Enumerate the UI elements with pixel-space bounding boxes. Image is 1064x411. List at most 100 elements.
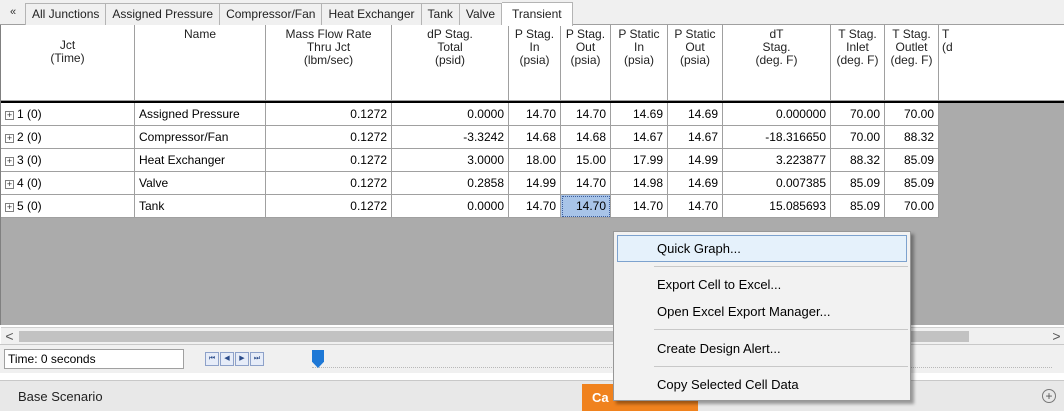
expand-icon[interactable]: + bbox=[5, 134, 14, 143]
expand-icon[interactable]: + bbox=[5, 203, 14, 212]
col-header-dt-stag[interactable]: dT Stag. (deg. F) bbox=[723, 25, 831, 101]
t-stag-outlet-cell[interactable]: 85.09 bbox=[885, 149, 939, 172]
next-frame-icon[interactable]: ▶ bbox=[235, 352, 249, 366]
previous-frame-icon[interactable]: ◀ bbox=[220, 352, 234, 366]
col-header-mass-flow[interactable]: Mass Flow Rate Thru Jct (lbm/sec) bbox=[266, 25, 392, 101]
dt-stag-cell[interactable]: -18.316650 bbox=[723, 126, 831, 149]
p-stag-out-cell[interactable]: 14.70 bbox=[561, 172, 611, 195]
p-stag-in-cell[interactable]: 14.70 bbox=[509, 103, 561, 126]
collapse-icon[interactable]: « bbox=[4, 3, 22, 21]
p-stag-in-cell[interactable]: 14.70 bbox=[509, 195, 561, 218]
tab-valve[interactable]: Valve bbox=[459, 3, 503, 25]
dp-stag-cell[interactable]: 3.0000 bbox=[392, 149, 509, 172]
t-stag-outlet-cell[interactable]: 85.09 bbox=[885, 172, 939, 195]
menu-item-quick-graph[interactable]: Quick Graph... bbox=[617, 235, 907, 262]
expand-icon[interactable]: + bbox=[5, 111, 14, 120]
tab-all-junctions[interactable]: All Junctions bbox=[25, 3, 107, 25]
scroll-right-icon[interactable]: > bbox=[1048, 328, 1064, 345]
mass-flow-cell[interactable]: 0.1272 bbox=[266, 195, 392, 218]
menu-separator bbox=[654, 329, 908, 330]
dt-stag-cell[interactable]: 0.000000 bbox=[723, 103, 831, 126]
p-static-in-cell[interactable]: 17.99 bbox=[611, 149, 668, 172]
dp-stag-cell[interactable]: 0.2858 bbox=[392, 172, 509, 195]
dp-stag-cell[interactable]: 0.0000 bbox=[392, 103, 509, 126]
menu-item-copy-cell-data[interactable]: Copy Selected Cell Data bbox=[617, 371, 907, 398]
dt-stag-cell[interactable]: 3.223877 bbox=[723, 149, 831, 172]
p-static-out-cell[interactable]: 14.70 bbox=[668, 195, 723, 218]
scroll-left-icon[interactable]: < bbox=[1, 328, 18, 345]
dt-stag-cell[interactable]: 15.085693 bbox=[723, 195, 831, 218]
jct-cell[interactable]: +1 (0) bbox=[1, 103, 135, 126]
mass-flow-cell[interactable]: 0.1272 bbox=[266, 149, 392, 172]
p-stag-out-cell[interactable]: 15.00 bbox=[561, 149, 611, 172]
t-stag-inlet-cell[interactable]: 85.09 bbox=[831, 172, 885, 195]
jct-cell[interactable]: +2 (0) bbox=[1, 126, 135, 149]
first-frame-icon[interactable]: ⏮ bbox=[205, 352, 219, 366]
p-static-out-cell[interactable]: 14.67 bbox=[668, 126, 723, 149]
t-stag-inlet-cell[interactable]: 88.32 bbox=[831, 149, 885, 172]
col-header-jct[interactable]: Jct (Time) bbox=[1, 25, 135, 101]
p-stag-in-cell[interactable]: 18.00 bbox=[509, 149, 561, 172]
name-cell[interactable]: Tank bbox=[135, 195, 266, 218]
p-static-out-cell[interactable]: 14.69 bbox=[668, 103, 723, 126]
tab-heat-exchanger[interactable]: Heat Exchanger bbox=[322, 3, 422, 25]
time-display: Time: 0 seconds bbox=[4, 349, 184, 369]
col-header-p-static-in[interactable]: P Static In (psia) bbox=[611, 25, 668, 101]
t-stag-outlet-cell[interactable]: 70.00 bbox=[885, 103, 939, 126]
p-static-in-cell[interactable]: 14.98 bbox=[611, 172, 668, 195]
mass-flow-cell[interactable]: 0.1272 bbox=[266, 172, 392, 195]
menu-item-export-cell[interactable]: Export Cell to Excel... bbox=[617, 271, 907, 298]
jct-cell[interactable]: +5 (0) bbox=[1, 195, 135, 218]
t-stag-outlet-cell[interactable]: 70.00 bbox=[885, 195, 939, 218]
p-static-out-cell[interactable]: 14.99 bbox=[668, 149, 723, 172]
col-header-t-stag-outlet[interactable]: T Stag. Outlet (deg. F) bbox=[885, 25, 939, 101]
tab-tank[interactable]: Tank bbox=[421, 3, 460, 25]
dt-stag-cell[interactable]: 0.007385 bbox=[723, 172, 831, 195]
col-header-name[interactable]: Name bbox=[135, 25, 266, 101]
p-stag-in-cell[interactable]: 14.99 bbox=[509, 172, 561, 195]
last-frame-icon[interactable]: ⏭ bbox=[250, 352, 264, 366]
time-slider-thumb[interactable] bbox=[312, 350, 324, 368]
jct-cell[interactable]: +4 (0) bbox=[1, 172, 135, 195]
jct-cell[interactable]: +3 (0) bbox=[1, 149, 135, 172]
col-header-t-stag-inlet[interactable]: T Stag. Inlet (deg. F) bbox=[831, 25, 885, 101]
scenario-label[interactable]: Base Scenario bbox=[18, 389, 103, 404]
col-header-t-partial[interactable]: T (d bbox=[939, 25, 1064, 101]
name-cell[interactable]: Compressor/Fan bbox=[135, 126, 266, 149]
menu-separator bbox=[654, 366, 908, 367]
tab-compressor-fan[interactable]: Compressor/Fan bbox=[220, 3, 323, 25]
p-static-out-cell[interactable]: 14.69 bbox=[668, 172, 723, 195]
name-cell[interactable]: Heat Exchanger bbox=[135, 149, 266, 172]
mass-flow-cell[interactable]: 0.1272 bbox=[266, 126, 392, 149]
p-static-in-cell[interactable]: 14.67 bbox=[611, 126, 668, 149]
p-stag-out-cell-selected[interactable]: 14.70 bbox=[561, 195, 611, 218]
expand-icon[interactable]: + bbox=[5, 180, 14, 189]
p-static-in-cell[interactable]: 14.69 bbox=[611, 103, 668, 126]
mass-flow-cell[interactable]: 0.1272 bbox=[266, 103, 392, 126]
col-header-p-static-out[interactable]: P Static Out (psia) bbox=[668, 25, 723, 101]
dp-stag-cell[interactable]: 0.0000 bbox=[392, 195, 509, 218]
name-cell[interactable]: Assigned Pressure bbox=[135, 103, 266, 126]
p-stag-in-cell[interactable]: 14.68 bbox=[509, 126, 561, 149]
p-static-in-cell[interactable]: 14.70 bbox=[611, 195, 668, 218]
zoom-in-icon[interactable]: + bbox=[1042, 389, 1056, 403]
t-stag-inlet-cell[interactable]: 70.00 bbox=[831, 103, 885, 126]
t-stag-inlet-cell[interactable]: 85.09 bbox=[831, 195, 885, 218]
dp-stag-cell[interactable]: -3.3242 bbox=[392, 126, 509, 149]
col-header-dp-stag-total[interactable]: dP Stag. Total (psid) bbox=[392, 25, 509, 101]
p-stag-out-cell[interactable]: 14.70 bbox=[561, 103, 611, 126]
menu-item-open-export-manager[interactable]: Open Excel Export Manager... bbox=[617, 298, 907, 325]
expand-icon[interactable]: + bbox=[5, 157, 14, 166]
col-header-p-stag-in[interactable]: P Stag. In (psia) bbox=[509, 25, 561, 101]
name-cell[interactable]: Valve bbox=[135, 172, 266, 195]
p-stag-out-cell[interactable]: 14.68 bbox=[561, 126, 611, 149]
col-header-p-stag-out[interactable]: P Stag. Out (psia) bbox=[561, 25, 611, 101]
tab-transient[interactable]: Transient bbox=[502, 2, 573, 26]
table-row: +4 (0) Valve 0.1272 0.2858 14.99 14.70 1… bbox=[1, 172, 939, 195]
menu-item-create-design-alert[interactable]: Create Design Alert... bbox=[617, 335, 907, 362]
tab-strip: All Junctions Assigned Pressure Compress… bbox=[25, 2, 573, 26]
tab-assigned-pressure[interactable]: Assigned Pressure bbox=[106, 3, 221, 25]
t-stag-inlet-cell[interactable]: 70.00 bbox=[831, 126, 885, 149]
t-stag-outlet-cell[interactable]: 88.32 bbox=[885, 126, 939, 149]
table-row: +1 (0) Assigned Pressure 0.1272 0.0000 1… bbox=[1, 103, 939, 126]
